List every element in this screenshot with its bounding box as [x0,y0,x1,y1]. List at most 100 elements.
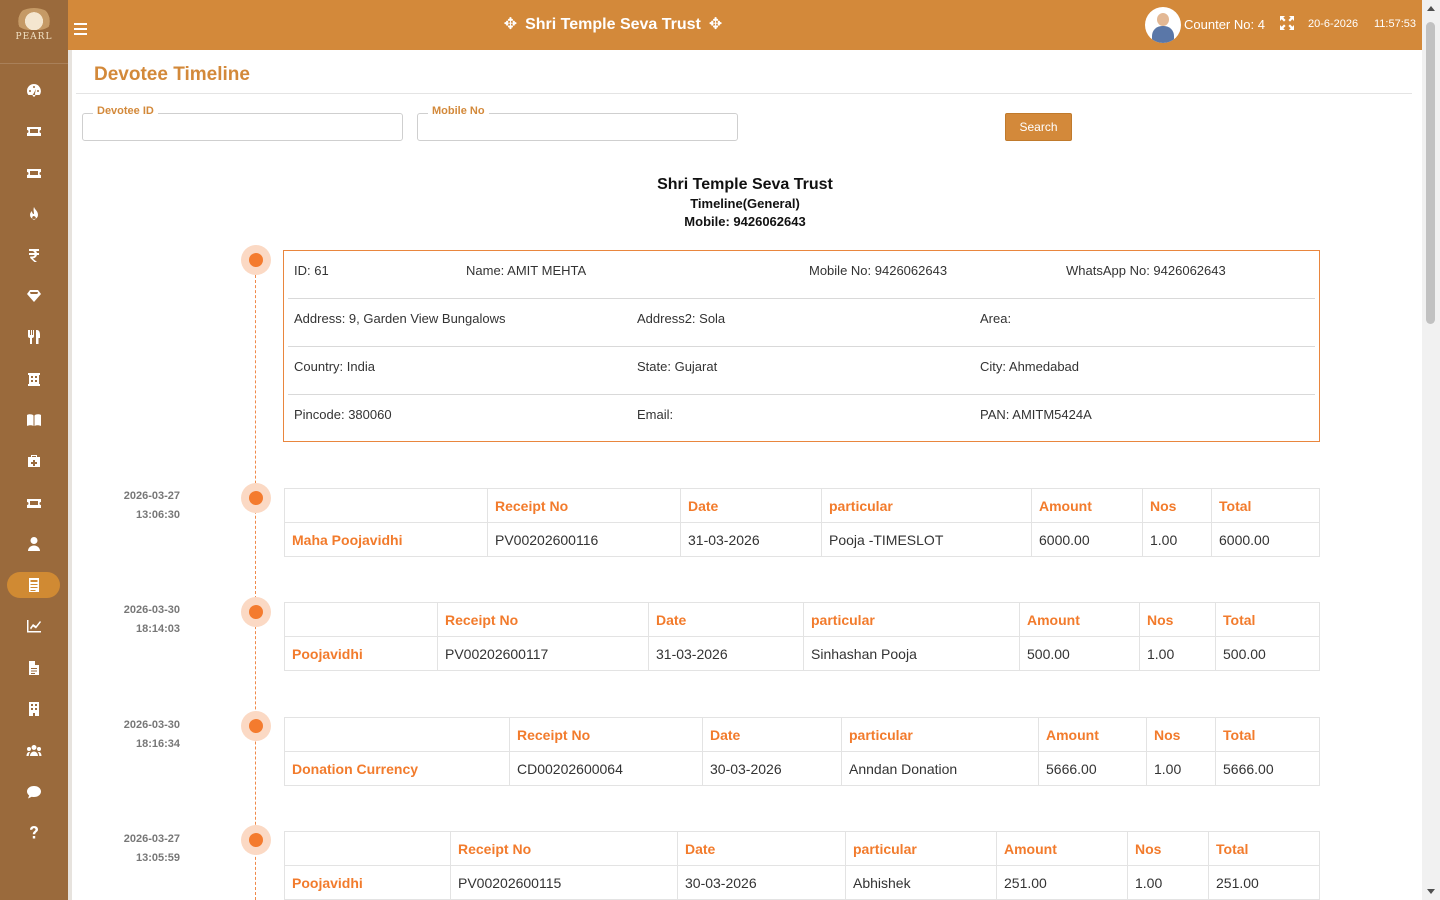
page-title: Devotee Timeline [94,64,250,85]
sidebar-item-help[interactable] [7,820,60,846]
menu-toggle-icon[interactable] [74,23,87,35]
fullscreen-icon[interactable] [1280,16,1294,30]
pearl-logo-icon [16,8,52,30]
entry-nos: 1.00 [1146,751,1216,786]
sidebar-item-books[interactable] [7,407,60,433]
entry-date-cell: 30-03-2026 [702,751,842,786]
rupee-icon [28,249,39,262]
logo[interactable]: PEARL [0,0,68,50]
entry-amount: 251.00 [996,865,1128,900]
utensils-icon [27,330,40,344]
table-row: Poojavidhi PV00202600117 31-03-2026 Sinh… [284,636,1320,671]
sidebar-item-tickets[interactable] [7,118,60,144]
entry-table: Receipt No Date particular Amount Nos To… [284,488,1320,557]
mobile-no-field: Mobile No [417,105,738,141]
timeline-dot [241,825,271,855]
gem-icon [26,290,41,302]
report-org: Shri Temple Seva Trust [657,176,833,193]
office-building-icon [28,702,39,716]
sidebar-item-reports[interactable] [7,613,60,639]
sidebar-item-documents[interactable] [7,655,60,681]
sidebar-item-dashboard[interactable] [7,77,60,103]
sidebar-item-medical[interactable] [7,448,60,474]
timeline-line [255,260,256,900]
entry-date-cell: 30-03-2026 [677,865,846,900]
scroll-thumb[interactable] [1426,22,1435,324]
devotee-pan: PAN: AMITM5424A [980,407,1092,422]
entry-nos: 1.00 [1142,522,1212,557]
entry-timestamp: 2026-03-30 18:14:03 [92,601,180,639]
devotee-pincode: Pincode: 380060 [294,407,392,422]
devotee-whatsapp: WhatsApp No: 9426062643 [1066,263,1226,278]
sidebar-item-ornaments[interactable] [7,283,60,309]
devotee-name: Name: AMIT MEHTA [466,263,587,278]
ticket-icon-2 [26,499,41,508]
timeline-dot [241,245,271,275]
user-icon [27,537,40,551]
timeline-dot [241,711,271,741]
title-divider [76,93,1412,94]
sidebar-item-devotee[interactable] [7,531,60,557]
entry-particular: Anndan Donation [841,751,1039,786]
report-subtitle: Timeline(General) [690,196,800,211]
sidebar-item-users[interactable] [7,737,60,763]
info-row: Pincode: 380060 Email: PAN: AMITM5424A [288,395,1315,443]
mobile-no-input[interactable] [418,114,737,140]
sidebar-item-prasad[interactable] [7,324,60,350]
sidebar-item-devotee-timeline[interactable] [7,572,60,598]
brand-title-text: Shri Temple Seva Trust [525,16,701,33]
entry-timestamp: 2026-03-27 13:05:59 [92,830,180,868]
header-particular: particular [845,831,997,866]
entry-receipt: PV00202600117 [437,636,649,671]
header-date: Date [677,831,846,866]
table-header-row: Receipt No Date particular Amount Nos To… [284,717,1320,752]
address-book-icon [28,578,39,592]
entry-time: 18:16:34 [135,738,180,750]
devotee-state: State: Gujarat [637,359,718,374]
devotee-country: Country: India [294,359,375,374]
search-button[interactable]: Search [1005,113,1072,141]
devotee-mobile: Mobile No: 9426062643 [809,263,948,278]
sidebar-item-passes[interactable] [7,490,60,516]
main-content: Devotee Timeline Devotee ID Mobile No Se… [68,50,1422,900]
entry-time: 18:14:03 [135,623,180,635]
entry-date: 2026-03-27 [123,490,180,502]
devotee-address: Address: 9, Garden View Bungalows [294,311,506,326]
table-header-row: Receipt No Date particular Amount Nos To… [284,831,1320,866]
header-date: 20-6-2026 [1308,18,1359,30]
fire-icon [29,207,38,220]
entry-receipt: PV00202600116 [487,522,681,557]
entry-date: 2026-03-27 [123,833,180,845]
sidebar-item-tickets-2[interactable] [7,160,60,186]
file-icon [28,661,39,675]
header-nos: Nos [1139,602,1216,637]
avatar[interactable] [1145,7,1181,43]
entry-table: Receipt No Date particular Amount Nos To… [284,831,1320,900]
sidebar-item-messages[interactable] [7,779,60,805]
header-nos: Nos [1127,831,1209,866]
scroll-down-icon[interactable] [1427,889,1435,894]
devotee-address2: Address2: Sola [637,311,726,326]
building-icon [27,373,40,386]
devotee-id-label: Devotee ID [93,105,158,117]
header-blank [284,831,451,866]
entry-receipt: PV00202600115 [450,865,678,900]
sidebar-item-accommodation[interactable] [7,366,60,392]
sidebar-item-hawan[interactable] [7,201,60,227]
table-row: Poojavidhi PV00202600115 30-03-2026 Abhi… [284,865,1320,900]
devotee-id-input[interactable] [83,114,402,140]
devotee-city: City: Ahmedabad [980,359,1080,374]
sparkle-icon: ✥ [503,16,518,33]
sidebar-item-organisation[interactable] [7,696,60,722]
page-scrollbar[interactable] [1422,0,1440,900]
entry-time: 13:06:30 [135,509,180,521]
book-icon [26,414,41,426]
devotee-area: Area: [980,311,1012,326]
entry-type: Donation Currency [284,751,510,786]
brand-title: ✥ Shri Temple Seva Trust ✥ [488,14,738,34]
entry-timestamp: 2026-03-30 18:16:34 [92,716,180,754]
entry-nos: 1.00 [1127,865,1209,900]
scroll-up-icon[interactable] [1427,6,1435,11]
sidebar-item-donation[interactable] [7,242,60,268]
entry-total: 5666.00 [1215,751,1320,786]
